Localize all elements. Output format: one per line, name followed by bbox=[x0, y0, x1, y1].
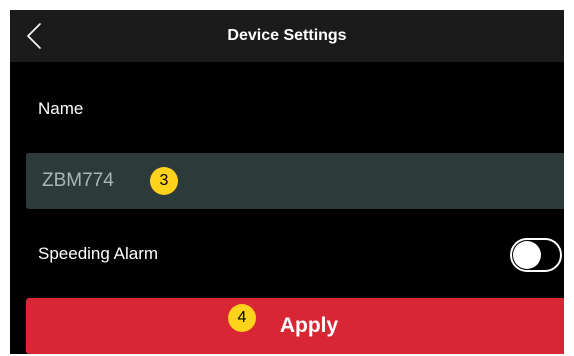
toggle-knob bbox=[513, 241, 541, 269]
name-input[interactable]: ZBM774 3 bbox=[26, 153, 564, 209]
speeding-alarm-toggle[interactable] bbox=[510, 238, 562, 272]
apply-button[interactable]: Apply bbox=[26, 298, 564, 354]
apply-button-label: Apply bbox=[279, 314, 339, 337]
device-settings-screen: Device Settings Name ZBM774 3 Speeding A… bbox=[10, 10, 564, 354]
page-title: Device Settings bbox=[227, 27, 347, 44]
speeding-alarm-label: Speeding Alarm bbox=[38, 244, 159, 263]
name-input-value: ZBM774 bbox=[42, 170, 114, 191]
step-4-callout-badge: 4 bbox=[228, 304, 256, 332]
step-3-callout-badge: 3 bbox=[150, 167, 178, 195]
header-bar: Device Settings bbox=[10, 10, 564, 62]
name-label: Name bbox=[38, 99, 84, 118]
